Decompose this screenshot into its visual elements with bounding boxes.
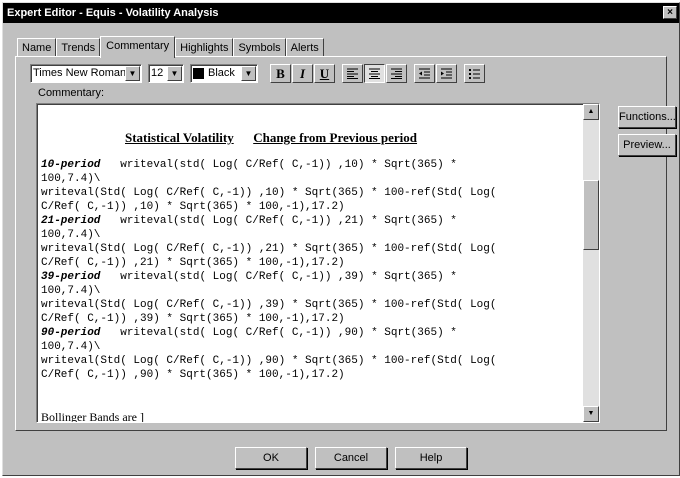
- period-label: 90-period: [41, 327, 101, 339]
- indent-icon: [441, 68, 452, 78]
- color-swatch: [193, 67, 204, 79]
- code-line: C/Ref( C,-1)) ,10) * Sqrt(365) * 100,-1)…: [41, 201, 345, 213]
- tab-strip: Name Trends Commentary Highlights Symbol…: [17, 36, 324, 58]
- underline-button[interactable]: U: [314, 63, 335, 83]
- scroll-down-icon[interactable]: ▼: [583, 406, 599, 422]
- heading-change-previous: Change from Previous period: [253, 130, 418, 145]
- align-left-button[interactable]: [342, 63, 363, 83]
- preview-button[interactable]: Preview...: [618, 134, 676, 156]
- indent-button[interactable]: [436, 63, 457, 83]
- code-line: writeval(std( Log( C/Ref( C,-1)) ,90) * …: [100, 327, 457, 339]
- outdent-button[interactable]: [414, 63, 435, 83]
- vertical-scrollbar[interactable]: ▲ ▼: [583, 104, 599, 422]
- period-label: 21-period: [41, 215, 101, 227]
- chevron-down-icon[interactable]: ▼: [241, 65, 256, 81]
- chevron-down-icon[interactable]: ▼: [167, 65, 182, 81]
- bold-button[interactable]: B: [270, 63, 291, 83]
- tab-symbols[interactable]: Symbols: [233, 38, 286, 57]
- tab-name[interactable]: Name: [17, 38, 57, 57]
- bullets-button[interactable]: [464, 63, 485, 83]
- commentary-label: Commentary:: [38, 87, 105, 99]
- help-button[interactable]: Help: [395, 447, 467, 469]
- close-icon[interactable]: ×: [663, 6, 677, 19]
- tab-trends[interactable]: Trends: [56, 38, 101, 57]
- align-right-icon: [391, 68, 402, 79]
- tab-commentary[interactable]: Commentary: [100, 36, 176, 58]
- heading-statistical-volatility: Statistical Volatility: [125, 130, 234, 145]
- scroll-thumb[interactable]: [583, 180, 599, 250]
- font-select[interactable]: Times New Roman ▼: [30, 63, 142, 83]
- code-line: writeval(std( Log( C/Ref( C,-1)) ,39) * …: [100, 271, 457, 283]
- code-line: C/Ref( C,-1)) ,21) * Sqrt(365) * 100,-1)…: [41, 257, 345, 269]
- align-right-button[interactable]: [386, 63, 407, 83]
- code-line: 100,7.4)\: [41, 173, 101, 185]
- functions-button[interactable]: Functions...: [618, 106, 676, 128]
- code-line: writeval(Std( Log( C/Ref( C,-1)) ,21) * …: [41, 243, 497, 255]
- format-toolbar: Times New Roman ▼ 12 ▼ Black ▼ B I U: [30, 63, 486, 83]
- code-line: 100,7.4)\: [41, 341, 101, 353]
- code-line: 100,7.4)\: [41, 229, 101, 241]
- bullet-list-icon: [469, 68, 480, 79]
- code-line: writeval(Std( Log( C/Ref( C,-1)) ,90) * …: [41, 355, 497, 367]
- window-title: Expert Editor - Equis - Volatility Analy…: [7, 7, 219, 19]
- ok-button[interactable]: OK: [235, 447, 307, 469]
- align-center-button[interactable]: [364, 63, 385, 83]
- color-value: Black: [208, 67, 235, 79]
- partial-line: Bollinger Bands are ]: [41, 410, 144, 423]
- code-line: 100,7.4)\: [41, 285, 101, 297]
- code-line: writeval(Std( Log( C/Ref( C,-1)) ,10) * …: [41, 187, 497, 199]
- commentary-panel: Times New Roman ▼ 12 ▼ Black ▼ B I U Com…: [15, 56, 676, 431]
- size-value: 12: [151, 67, 164, 79]
- color-select[interactable]: Black ▼: [190, 63, 258, 83]
- commentary-editor[interactable]: Statistical Volatility Change from Previ…: [36, 103, 600, 423]
- cancel-button[interactable]: Cancel: [315, 447, 387, 469]
- code-line: C/Ref( C,-1)) ,39) * Sqrt(365) * 100,-1)…: [41, 313, 345, 325]
- code-line: writeval(std( Log( C/Ref( C,-1)) ,21) * …: [100, 215, 457, 227]
- outdent-icon: [419, 68, 430, 78]
- period-label: 39-period: [41, 271, 101, 283]
- code-line: C/Ref( C,-1)) ,90) * Sqrt(365) * 100,-1)…: [41, 369, 345, 381]
- expert-editor-window: Expert Editor - Equis - Volatility Analy…: [2, 2, 680, 476]
- preview-label: Preview...: [623, 139, 671, 151]
- align-left-icon: [347, 68, 358, 79]
- code-line: writeval(Std( Log( C/Ref( C,-1)) ,39) * …: [41, 299, 497, 311]
- period-label: 10-period: [41, 159, 101, 171]
- code-line: writeval(std( Log( C/Ref( C,-1)) ,10) * …: [100, 159, 457, 171]
- tab-alerts[interactable]: Alerts: [285, 38, 324, 57]
- italic-button[interactable]: I: [292, 63, 313, 83]
- functions-label: Functions...: [619, 111, 676, 123]
- title-bar: Expert Editor - Equis - Volatility Analy…: [3, 3, 679, 23]
- size-select[interactable]: 12 ▼: [148, 63, 184, 83]
- scroll-up-icon[interactable]: ▲: [583, 104, 599, 120]
- tab-highlights[interactable]: Highlights: [175, 38, 234, 57]
- font-value: Times New Roman: [33, 67, 127, 79]
- align-center-icon: [369, 68, 380, 79]
- chevron-down-icon[interactable]: ▼: [125, 65, 140, 81]
- editor-text: 10-period writeval(std( Log( C/Ref( C,-1…: [41, 144, 581, 382]
